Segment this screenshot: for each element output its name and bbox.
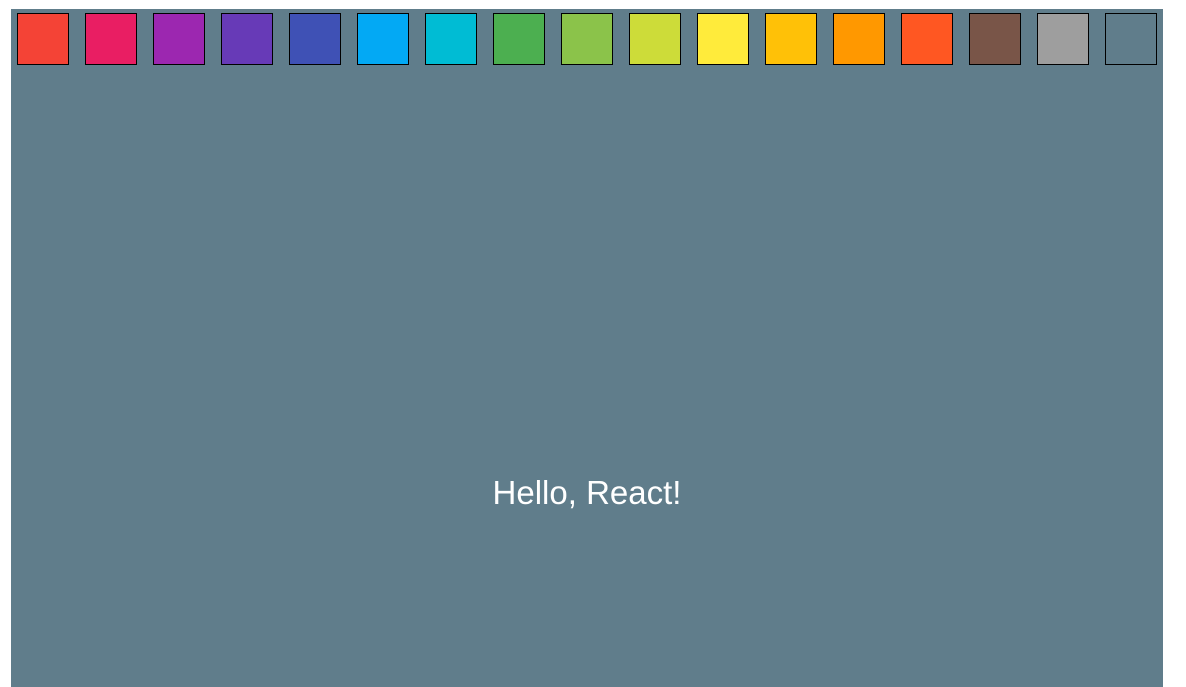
color-swatch-deep-orange[interactable] [901,13,953,65]
color-swatch-red[interactable] [17,13,69,65]
app-canvas: Hello, React! [11,9,1163,687]
greeting-text: Hello, React! [492,474,682,511]
color-swatch-indigo[interactable] [289,13,341,65]
color-swatch-purple[interactable] [153,13,205,65]
color-swatch-light-blue[interactable] [357,13,409,65]
color-swatch-brown[interactable] [969,13,1021,65]
color-swatch-lime[interactable] [629,13,681,65]
color-swatch-pink[interactable] [85,13,137,65]
color-swatch-amber[interactable] [765,13,817,65]
color-swatch-light-green[interactable] [561,13,613,65]
color-swatch-blue-grey[interactable] [1105,13,1157,65]
color-swatch-orange[interactable] [833,13,885,65]
color-swatch-grey[interactable] [1037,13,1089,65]
color-swatch-deep-purple[interactable] [221,13,273,65]
color-swatch-cyan[interactable] [425,13,477,65]
color-swatch-row [17,13,1157,65]
color-swatch-green[interactable] [493,13,545,65]
color-swatch-yellow[interactable] [697,13,749,65]
